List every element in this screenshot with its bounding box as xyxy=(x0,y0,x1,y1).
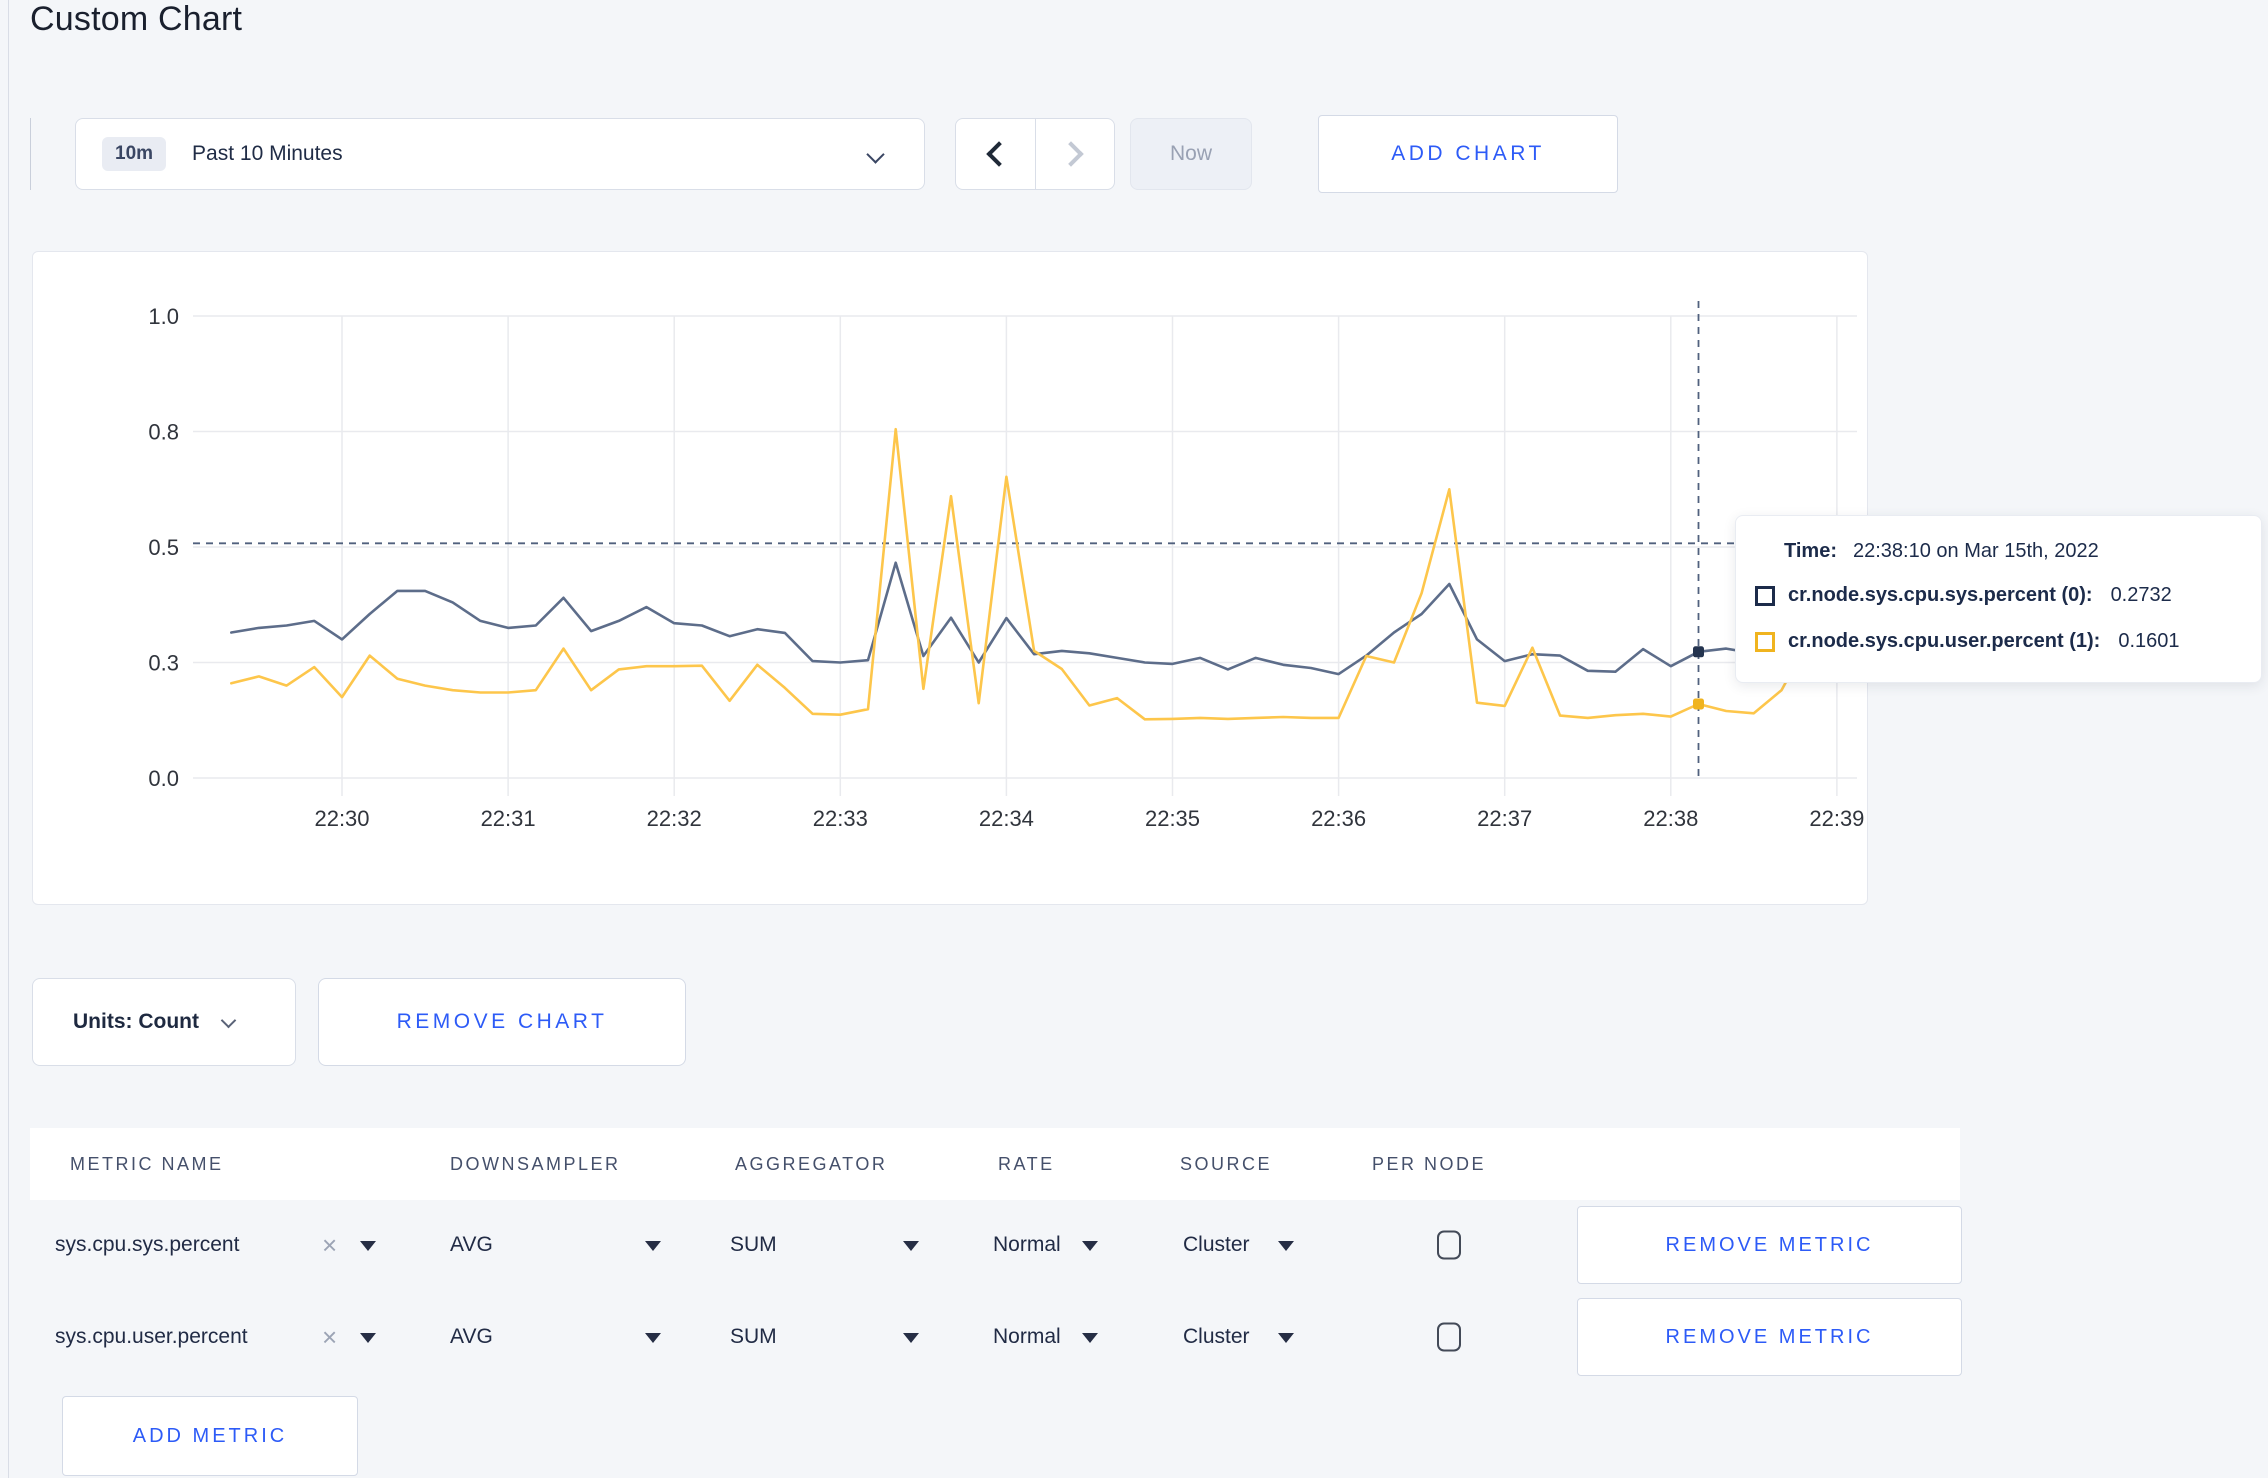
col-header-per-node: PER NODE xyxy=(1372,1154,1487,1174)
svg-text:22:35: 22:35 xyxy=(1145,806,1200,831)
downsampler-caret-icon[interactable] xyxy=(645,1333,661,1343)
now-button[interactable]: Now xyxy=(1130,118,1252,190)
downsampler-caret-icon[interactable] xyxy=(645,1241,661,1251)
page-left-divider xyxy=(8,0,9,1478)
aggregator-select[interactable]: SUM xyxy=(730,1233,777,1257)
time-pager xyxy=(955,118,1115,190)
add-metric-button[interactable]: ADD METRIC xyxy=(62,1396,358,1476)
next-interval-button[interactable] xyxy=(1034,119,1115,189)
tooltip-time-value: 22:38:10 on Mar 15th, 2022 xyxy=(1852,540,2099,562)
col-header-source: SOURCE xyxy=(1180,1154,1273,1174)
tooltip-series-row: cr.node.sys.cpu.sys.percent (0): 0.2732 xyxy=(1755,584,2172,607)
aggregator-caret-icon[interactable] xyxy=(903,1333,919,1343)
tooltip-series-value: 0.1601 xyxy=(2118,630,2180,652)
svg-text:0.8: 0.8 xyxy=(148,420,179,445)
remove-metric-button[interactable]: REMOVE METRIC xyxy=(1577,1206,1962,1284)
svg-text:22:36: 22:36 xyxy=(1311,806,1366,831)
svg-text:22:34: 22:34 xyxy=(979,806,1034,831)
downsampler-select[interactable]: AVG xyxy=(450,1325,493,1349)
per-node-checkbox[interactable] xyxy=(1437,1322,1461,1352)
chevron-right-icon xyxy=(1058,141,1084,167)
svg-text:22:30: 22:30 xyxy=(314,806,369,831)
aggregator-caret-icon[interactable] xyxy=(903,1241,919,1251)
toolbar-divider xyxy=(30,118,31,190)
aggregator-select[interactable]: SUM xyxy=(730,1325,777,1349)
svg-text:22:32: 22:32 xyxy=(647,806,702,831)
source-select[interactable]: Cluster xyxy=(1183,1325,1250,1349)
source-caret-icon[interactable] xyxy=(1278,1241,1294,1251)
col-header-aggregator: AGGREGATOR xyxy=(735,1154,888,1174)
series-sys-swatch-icon xyxy=(1755,585,1775,606)
svg-text:22:33: 22:33 xyxy=(813,806,868,831)
prev-interval-button[interactable] xyxy=(956,119,1035,189)
page-title: Custom Chart xyxy=(30,0,243,38)
metric-dropdown-caret-icon[interactable] xyxy=(360,1333,376,1343)
tooltip-series-label: cr.node.sys.cpu.user.percent (1): xyxy=(1788,630,2101,652)
clear-metric-icon[interactable]: × xyxy=(322,1324,337,1350)
chart-card: 0.0 0.3 0.5 0.8 1.0 22:30 22:31 22:32 22:33 22:34… xyxy=(32,251,1868,905)
remove-chart-button[interactable]: REMOVE CHART xyxy=(318,978,686,1066)
source-caret-icon[interactable] xyxy=(1278,1333,1294,1343)
rate-caret-icon[interactable] xyxy=(1082,1333,1098,1343)
time-range-badge: 10m xyxy=(102,137,167,171)
rate-select[interactable]: Normal xyxy=(993,1325,1061,1349)
series-user-swatch-icon xyxy=(1755,631,1775,652)
tooltip-series-label: cr.node.sys.cpu.sys.percent (0): xyxy=(1788,584,2093,606)
metric-dropdown-caret-icon[interactable] xyxy=(360,1241,376,1251)
svg-text:22:31: 22:31 xyxy=(481,806,536,831)
rate-select[interactable]: Normal xyxy=(993,1233,1061,1257)
add-chart-button[interactable]: ADD CHART xyxy=(1318,115,1618,193)
metrics-table-header: METRIC NAME DOWNSAMPLER AGGREGATOR RATE … xyxy=(30,1128,1960,1200)
tooltip-time-row: Time: 22:38:10 on Mar 15th, 2022 xyxy=(1784,540,2099,563)
source-select[interactable]: Cluster xyxy=(1183,1233,1250,1257)
svg-text:22:39: 22:39 xyxy=(1809,806,1864,831)
tooltip-time-label: Time: xyxy=(1784,540,1837,562)
col-header-metric-name: METRIC NAME xyxy=(70,1154,224,1174)
units-label: Units: Count xyxy=(73,1010,199,1033)
col-header-downsampler: DOWNSAMPLER xyxy=(450,1154,621,1174)
metric-name-value[interactable]: sys.cpu.sys.percent xyxy=(55,1233,239,1257)
time-range-select[interactable]: 10m Past 10 Minutes xyxy=(75,118,925,190)
downsampler-select[interactable]: AVG xyxy=(450,1233,493,1257)
svg-text:22:37: 22:37 xyxy=(1477,806,1532,831)
clear-metric-icon[interactable]: × xyxy=(322,1232,337,1258)
tooltip-series-row: cr.node.sys.cpu.user.percent (1): 0.1601 xyxy=(1755,630,2180,653)
svg-text:1.0: 1.0 xyxy=(148,304,179,329)
table-row: sys.cpu.user.percent × AVG SUM Normal Cl… xyxy=(30,1291,1962,1383)
svg-text:0.5: 0.5 xyxy=(148,535,179,560)
units-select[interactable]: Units: Count xyxy=(32,978,296,1066)
chart-tooltip: Time: 22:38:10 on Mar 15th, 2022 cr.node.… xyxy=(1735,515,2262,683)
remove-metric-button[interactable]: REMOVE METRIC xyxy=(1577,1298,1962,1376)
svg-text:0.0: 0.0 xyxy=(148,766,179,791)
metric-name-value[interactable]: sys.cpu.user.percent xyxy=(55,1325,248,1349)
svg-text:0.3: 0.3 xyxy=(148,651,179,676)
time-series-chart[interactable]: 0.0 0.3 0.5 0.8 1.0 22:30 22:31 22:32 22:33 22:34… xyxy=(33,252,1869,906)
chevron-left-icon xyxy=(986,141,1012,167)
custom-chart-page: Custom Chart 10m Past 10 Minutes Now ADD… xyxy=(0,0,2268,1478)
col-header-rate: RATE xyxy=(998,1154,1055,1174)
time-range-label: Past 10 Minutes xyxy=(192,142,343,165)
table-row: sys.cpu.sys.percent × AVG SUM Normal Clu… xyxy=(30,1199,1962,1291)
svg-text:22:38: 22:38 xyxy=(1643,806,1698,831)
chevron-down-icon xyxy=(220,1012,237,1029)
per-node-checkbox[interactable] xyxy=(1437,1230,1461,1260)
tooltip-series-value: 0.2732 xyxy=(2110,584,2172,606)
rate-caret-icon[interactable] xyxy=(1082,1241,1098,1251)
chevron-down-icon xyxy=(866,145,885,164)
